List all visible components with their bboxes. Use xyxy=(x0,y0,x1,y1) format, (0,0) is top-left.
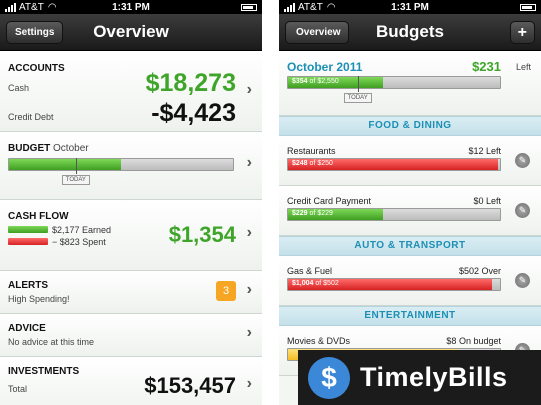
budget-item-gas-fuel[interactable]: Gas & Fuel $502 Over $1,004 of $502 ✎ xyxy=(279,256,541,306)
chevron-right-icon: › xyxy=(246,375,252,392)
cash-flow-row[interactable]: CASH FLOW $2,177 Earned − $823 Spent $1,… xyxy=(0,200,262,271)
investments-total-label: Total xyxy=(8,384,28,394)
clock: 1:31 PM xyxy=(112,1,150,13)
cash-value: $18,273 xyxy=(145,69,236,97)
status-bar: AT&T ◠ 1:31 PM xyxy=(0,0,262,14)
today-label: TODAY xyxy=(61,175,90,185)
advice-message: No advice at this time xyxy=(8,337,95,347)
advice-header: ADVICE xyxy=(8,323,46,334)
battery-icon xyxy=(520,3,536,11)
item-progress-bar: $1,004 of $502 xyxy=(287,278,501,291)
alerts-count-badge: 3 xyxy=(216,281,236,301)
item-amount: $12 Left xyxy=(468,146,501,156)
cash-flow-total: $1,354 xyxy=(168,222,236,247)
accounts-header: ACCOUNTS xyxy=(8,63,65,74)
advice-row[interactable]: ADVICE No advice at this time › xyxy=(0,314,262,357)
budget-period: October xyxy=(53,143,89,154)
budget-header: BUDGET October xyxy=(8,143,89,154)
page-title: Budgets xyxy=(376,22,444,41)
brand-banner: $ TimelyBills xyxy=(298,350,541,405)
section-food-dining: FOOD & DINING xyxy=(279,116,541,136)
chevron-right-icon: › xyxy=(246,81,252,98)
budget-progress-bar xyxy=(8,158,234,171)
earned-bar xyxy=(8,226,48,233)
accounts-row[interactable]: ACCOUNTS Cash $18,273 Credit Debt -$4,42… xyxy=(0,51,262,132)
budget-row[interactable]: BUDGET October TODAY › xyxy=(0,132,262,200)
alerts-header: ALERTS xyxy=(8,280,48,291)
item-progress-fill: $1,004 of $502 xyxy=(288,279,492,290)
chevron-right-icon: › xyxy=(246,281,252,298)
investments-header: INVESTMENTS xyxy=(8,366,80,377)
cash-flow-header: CASH FLOW xyxy=(8,211,69,222)
item-name: Restaurants xyxy=(287,146,336,156)
cash-label: Cash xyxy=(8,83,30,93)
item-amount: $502 Over xyxy=(458,266,501,276)
item-amount: $0 Left xyxy=(473,196,501,206)
nav-bar: Settings Overview xyxy=(0,14,262,51)
clock: 1:31 PM xyxy=(391,1,429,13)
alerts-row[interactable]: ALERTS High Spending! 3 › xyxy=(0,271,262,314)
page-title: Overview xyxy=(93,22,169,41)
section-entertainment: ENTERTAINMENT xyxy=(279,306,541,326)
investments-total-value: $153,457 xyxy=(144,373,236,398)
chevron-right-icon: › xyxy=(246,224,252,241)
today-marker xyxy=(75,158,77,174)
edit-pencil-icon[interactable]: ✎ xyxy=(515,153,530,168)
overview-screen: AT&T ◠ 1:31 PM Settings Overview ACCOUNT… xyxy=(0,0,262,405)
add-button[interactable]: + xyxy=(509,21,535,44)
spent-label: − $823 Spent xyxy=(52,237,106,247)
summary-left-label: Left xyxy=(515,62,531,72)
back-button[interactable]: Overview xyxy=(285,21,350,44)
summary-progress-bar: $354 of $2,550 xyxy=(287,76,501,89)
item-progress-fill: $229 of $229 xyxy=(288,209,384,220)
budget-item-restaurants[interactable]: Restaurants $12 Left $248 of $250 ✎ xyxy=(279,136,541,186)
item-fill-label: $248 of $250 xyxy=(292,160,333,167)
earned-label: $2,177 Earned xyxy=(52,225,112,235)
edit-pencil-icon[interactable]: ✎ xyxy=(515,203,530,218)
chevron-right-icon: › xyxy=(246,154,252,171)
dollar-logo-icon: $ xyxy=(308,356,350,399)
item-progress-bar: $229 of $229 xyxy=(287,208,501,221)
summary-fill-label: $354 of $2,550 xyxy=(292,78,339,85)
investments-row[interactable]: INVESTMENTS Total $153,457 › xyxy=(0,357,262,405)
budgets-screen: AT&T ◠ 1:31 PM Overview Budgets + Octobe… xyxy=(279,0,541,405)
item-name: Credit Card Payment xyxy=(287,196,372,206)
status-bar: AT&T ◠ 1:31 PM xyxy=(279,0,541,14)
alerts-message: High Spending! xyxy=(8,294,70,304)
item-progress-bar: $248 of $250 xyxy=(287,158,501,171)
month-summary[interactable]: October 2011 $231 Left $354 of $2,550 TO… xyxy=(279,51,541,116)
edit-pencil-icon[interactable]: ✎ xyxy=(515,273,530,288)
item-progress-fill: $248 of $250 xyxy=(288,159,498,170)
today-marker xyxy=(357,76,359,92)
month-label: October 2011 xyxy=(287,60,363,74)
budget-title: BUDGET xyxy=(8,143,51,154)
credit-debt-label: Credit Debt xyxy=(8,112,54,122)
section-auto-transport: AUTO & TRANSPORT xyxy=(279,236,541,256)
budget-progress-fill xyxy=(9,159,121,170)
summary-progress-fill: $354 of $2,550 xyxy=(288,77,384,88)
item-fill-label: $229 of $229 xyxy=(292,210,333,217)
chevron-right-icon: › xyxy=(246,324,252,341)
brand-name: TimelyBills xyxy=(360,362,508,392)
battery-icon xyxy=(241,3,257,11)
item-name: Gas & Fuel xyxy=(287,266,333,276)
summary-left-amount: $231 xyxy=(472,59,501,74)
credit-debt-value: -$4,423 xyxy=(151,99,236,127)
settings-button[interactable]: Settings xyxy=(6,21,64,44)
today-label: TODAY xyxy=(343,93,372,103)
item-amount: $8 On budget xyxy=(446,336,501,346)
spent-bar xyxy=(8,238,48,245)
budget-item-credit-card[interactable]: Credit Card Payment $0 Left $229 of $229… xyxy=(279,186,541,236)
item-name: Movies & DVDs xyxy=(287,336,351,346)
nav-bar: Overview Budgets + xyxy=(279,14,541,51)
item-fill-label: $1,004 of $502 xyxy=(292,280,339,287)
